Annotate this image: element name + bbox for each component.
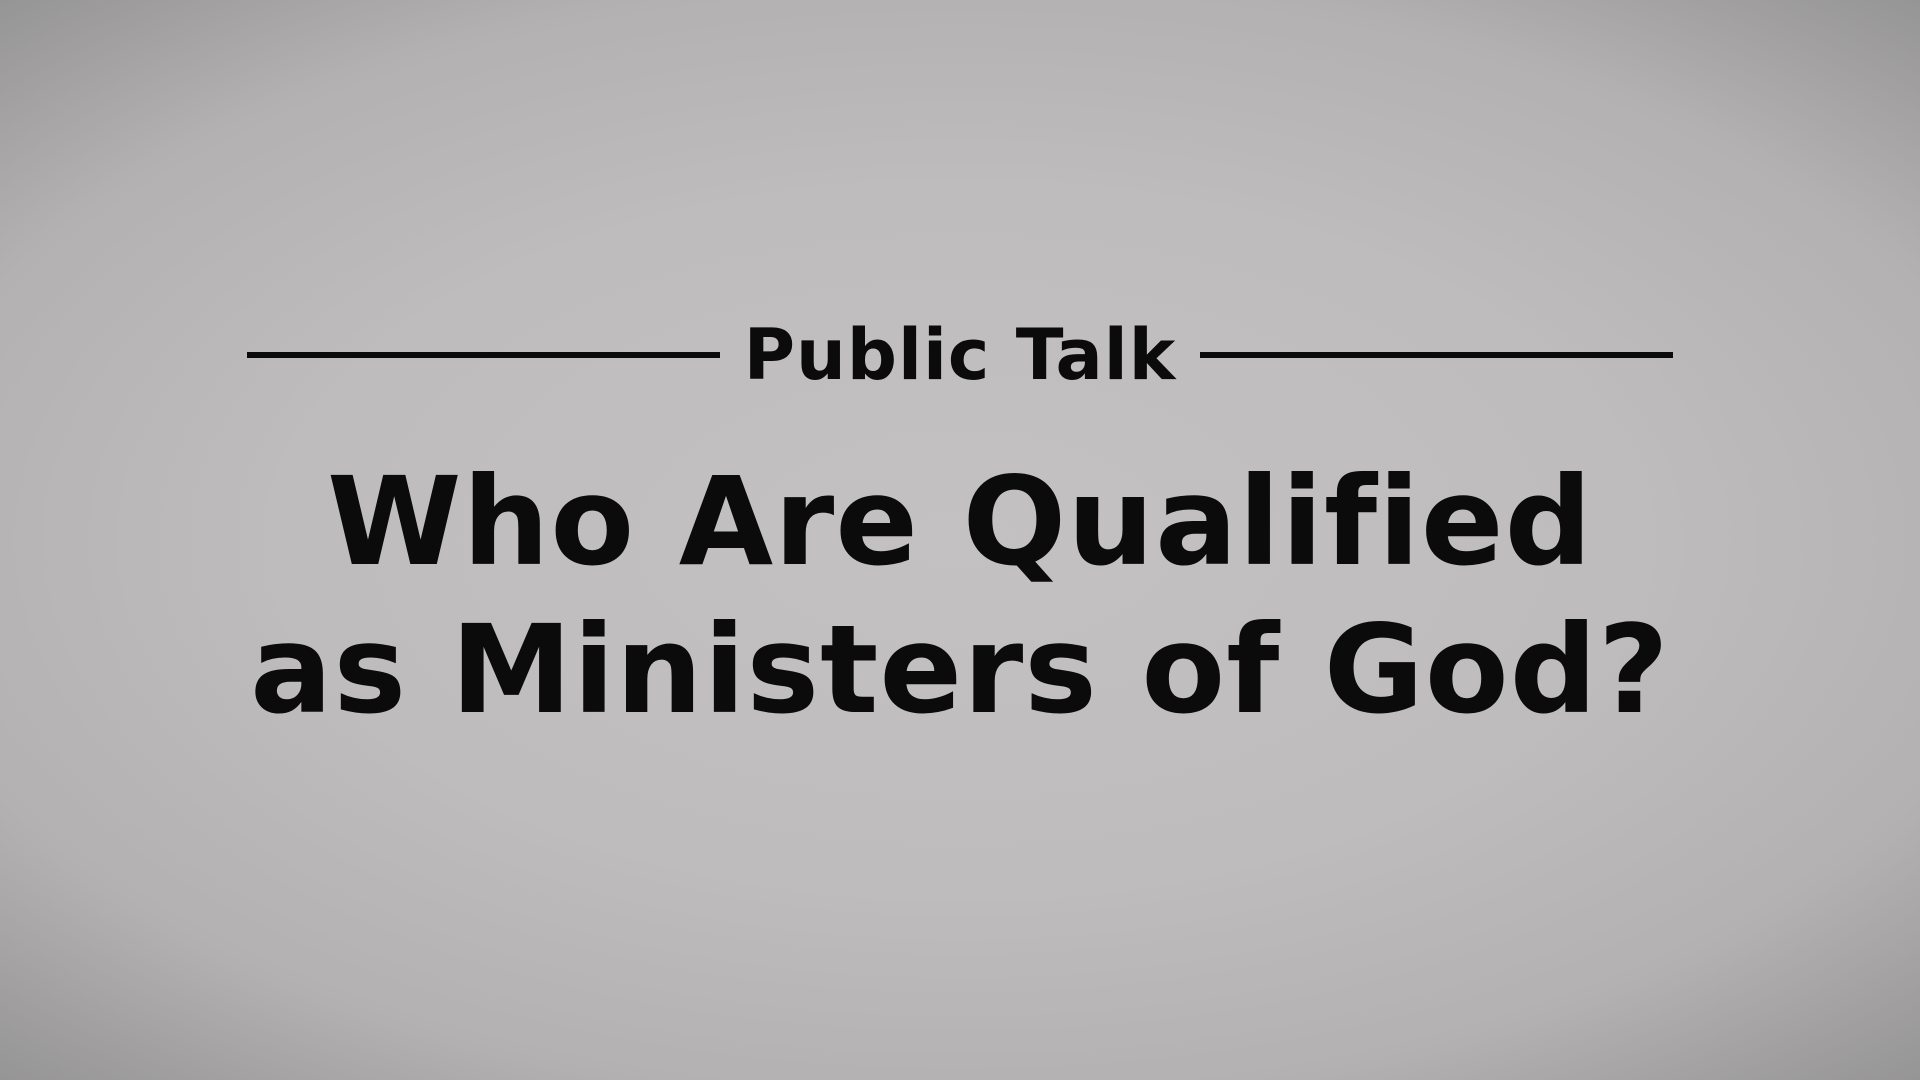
kicker-row: Public Talk [247, 312, 1674, 398]
slide-title-line-2: as Ministers of God? [250, 599, 1670, 741]
slide-kicker: Public Talk [743, 314, 1177, 396]
left-divider-line [247, 352, 720, 358]
slide-title-line-1: Who Are Qualified [326, 451, 1593, 593]
slide-title: Who Are Qualified as Ministers of God? [0, 448, 1920, 744]
title-slide: Public Talk Who Are Qualified as Ministe… [0, 0, 1920, 1080]
right-divider-line [1200, 352, 1674, 358]
